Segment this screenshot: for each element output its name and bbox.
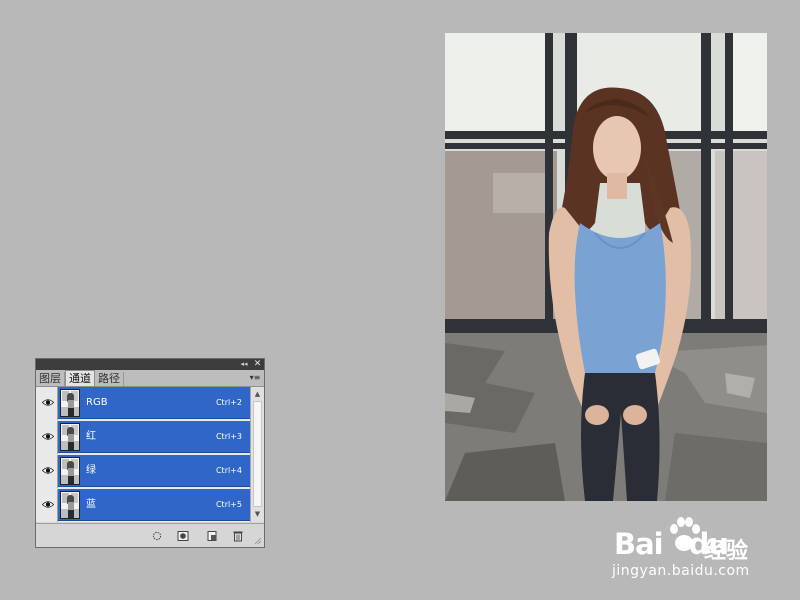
channel-name: 绿: [86, 465, 96, 476]
channel-row-green[interactable]: 绿 Ctrl+4: [36, 455, 250, 488]
channel-thumbnail: [60, 389, 80, 417]
channel-thumbnail: [60, 491, 80, 519]
channel-list-scrollbar[interactable]: ▲ ▼: [250, 387, 264, 522]
channel-thumbnail: [60, 423, 80, 451]
load-selection-icon[interactable]: [151, 530, 163, 542]
channel-shortcut: Ctrl+2: [215, 398, 242, 407]
visibility-eye-icon[interactable]: [38, 421, 58, 454]
channel-thumbnail: [60, 457, 80, 485]
scroll-down-icon[interactable]: ▼: [252, 509, 263, 520]
panel-tab-bar: 图层 通道 路径 ▾≡: [36, 370, 264, 387]
channel-shortcut: Ctrl+5: [215, 500, 242, 509]
baidu-jingyan-watermark: Bai du 经验 jingyan.baidu.com: [612, 515, 762, 585]
channel-row-blue[interactable]: 蓝 Ctrl+5: [36, 489, 250, 522]
watermark-cn: 经验: [704, 539, 749, 564]
channels-panel: ◂◂ ✕ 图层 通道 路径 ▾≡ RGB Ctrl+2 红 Ctrl+3 绿 C…: [35, 358, 265, 548]
channel-shortcut: Ctrl+4: [215, 466, 242, 475]
visibility-eye-icon[interactable]: [38, 489, 58, 522]
collapse-panel-icon[interactable]: ◂◂: [238, 359, 250, 370]
channel-row-red[interactable]: 红 Ctrl+3: [36, 421, 250, 454]
channel-name: 蓝: [86, 499, 96, 510]
visibility-eye-icon[interactable]: [38, 387, 58, 420]
tab-channels[interactable]: 通道: [65, 370, 95, 386]
scroll-track[interactable]: [253, 401, 262, 507]
panel-footer: [36, 523, 264, 547]
scroll-up-icon[interactable]: ▲: [252, 389, 263, 400]
close-panel-icon[interactable]: ✕: [252, 359, 263, 370]
paw-logo-icon: [670, 517, 700, 551]
workspace: ◂◂ ✕ 图层 通道 路径 ▾≡ RGB Ctrl+2 红 Ctrl+3 绿 C…: [0, 0, 800, 600]
channel-selection[interactable]: 绿 Ctrl+4: [58, 455, 250, 487]
panel-menu-icon[interactable]: ▾≡: [249, 372, 261, 384]
channel-selection[interactable]: 蓝 Ctrl+5: [58, 489, 250, 521]
watermark-url: jingyan.baidu.com: [612, 563, 750, 579]
channel-name: RGB: [86, 397, 108, 408]
channel-list: RGB Ctrl+2 红 Ctrl+3 绿 Ctrl+4 蓝 Ctrl+5 ▲ …: [36, 387, 264, 522]
channel-selection[interactable]: RGB Ctrl+2: [58, 387, 250, 419]
channel-selection[interactable]: 红 Ctrl+3: [58, 421, 250, 453]
visibility-eye-icon[interactable]: [38, 455, 58, 488]
new-channel-icon[interactable]: [206, 530, 218, 542]
tab-layers[interactable]: 图层: [36, 372, 65, 386]
resize-grip-icon[interactable]: [253, 536, 262, 545]
save-selection-icon[interactable]: [177, 530, 189, 542]
tab-paths[interactable]: 路径: [95, 372, 124, 386]
panel-titlebar[interactable]: ◂◂ ✕: [36, 359, 264, 370]
channel-shortcut: Ctrl+3: [215, 432, 242, 441]
document-photo: [445, 33, 767, 501]
channel-row-rgb[interactable]: RGB Ctrl+2: [36, 387, 250, 420]
delete-channel-icon[interactable]: [232, 530, 244, 542]
channel-name: 红: [86, 431, 96, 442]
photo-illustration: [445, 33, 767, 501]
